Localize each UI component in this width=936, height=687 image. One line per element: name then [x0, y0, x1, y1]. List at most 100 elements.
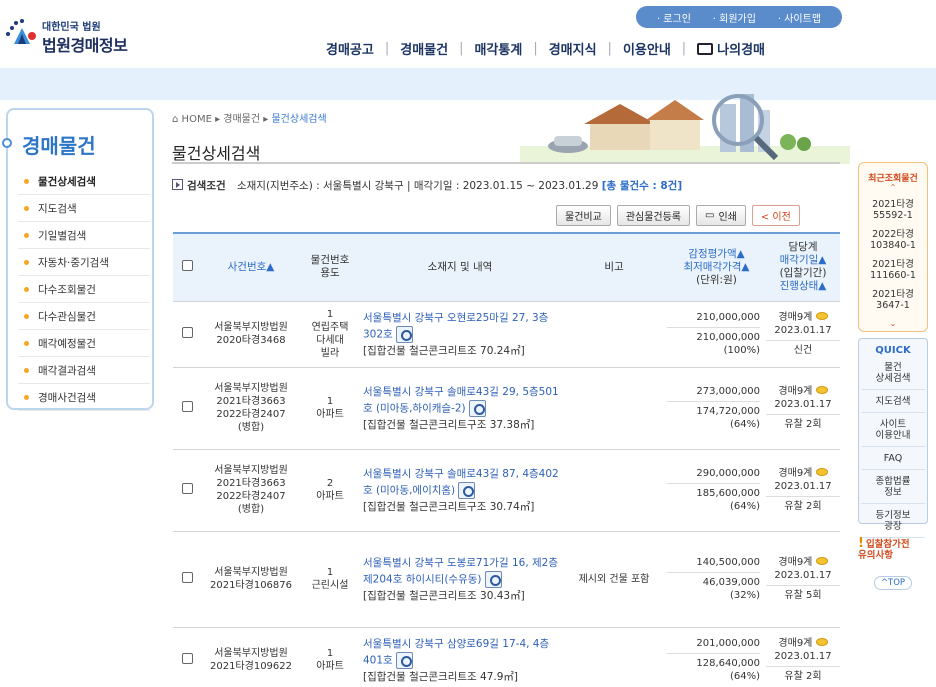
select-all-checkbox[interactable] — [181, 259, 193, 271]
nav-separator: | — [607, 40, 612, 56]
map-search-icon[interactable] — [458, 481, 476, 499]
address-link[interactable]: 서울특별시 강북구 오현로25마길 27, 3층302호 — [363, 312, 548, 341]
quick-item[interactable]: FAQ — [861, 453, 925, 470]
price-percent: (64%) — [729, 501, 760, 512]
side-item-label: 기일별검색 — [38, 229, 87, 242]
side-item-upcoming-sale[interactable]: 매각예정물건 — [18, 330, 150, 357]
progress-status: 유찰 2회 — [784, 419, 822, 430]
side-item-case-search[interactable]: 경매사건검색 — [18, 384, 150, 411]
address-link[interactable]: 서울특별시 강북구 솔매로43길 29, 5층501호 (미아동,하이캐슬-2) — [363, 386, 559, 415]
coin-icon — [815, 468, 828, 476]
sale-date: 2023.01.17 — [774, 399, 832, 410]
nav-auction-knowledge[interactable]: 경매지식 — [549, 39, 597, 58]
recent-item[interactable]: 2022타경 103840-1 — [859, 229, 927, 251]
bullet-icon — [24, 367, 29, 373]
row-checkbox[interactable] — [181, 400, 193, 412]
bullet-icon — [24, 205, 29, 211]
col-dept-label: 담당계 — [788, 241, 818, 254]
scroll-up-icon[interactable]: ⌃ — [859, 183, 927, 192]
breadcrumb-level1[interactable]: 경매물건 — [223, 114, 260, 125]
row-checkbox[interactable] — [181, 482, 193, 494]
compare-button[interactable]: 물건비교 — [556, 205, 611, 226]
court-name: 서울북부지방법원 — [214, 322, 288, 333]
col-remark: 비고 — [561, 232, 667, 302]
progress-status: 유찰 2회 — [784, 671, 822, 682]
col-case-number[interactable]: 사건번호▲ — [201, 232, 301, 302]
building-detail: [집합건물 철근콘크리트조 30.43㎡] — [363, 589, 525, 602]
quick-item[interactable]: 물건 상세검색 — [861, 362, 925, 390]
side-item-most-favorited[interactable]: 다수관심물건 — [18, 303, 150, 330]
main-nav: 경매공고 | 경매물건 | 매각통계 | 경매지식 | 이용안내 | 나의경매 — [326, 38, 765, 58]
top-button[interactable]: ^TOP — [874, 576, 912, 590]
nav-auction-notice[interactable]: 경매공고 — [326, 39, 374, 58]
dept-name: 경매9계 — [778, 312, 813, 323]
scroll-down-icon[interactable]: ⌄ — [859, 319, 927, 328]
min-price-value: 210,000,000 — [696, 332, 760, 343]
court-name: 서울북부지방법원 — [214, 567, 288, 578]
side-item-map-search[interactable]: 지도검색 — [18, 195, 150, 222]
table-row: 서울북부지방법원 2021타경109622 1 아파트 서울특별시 강북구 삼양로69길… — [173, 627, 840, 687]
address-link[interactable]: 서울특별시 강북구 삼양로69길 17-4, 4층401호 — [363, 638, 549, 667]
favorite-button[interactable]: 관심물건등록 — [616, 205, 691, 226]
sort-min-price[interactable]: 최저매각가격▲ — [683, 261, 749, 273]
side-item-sale-results[interactable]: 매각결과검색 — [18, 357, 150, 384]
map-search-icon[interactable] — [468, 399, 486, 417]
quick-item[interactable]: 종합법률 정보 — [861, 476, 925, 504]
sort-sale-date[interactable]: 매각기일▲ — [780, 254, 827, 266]
signup-link[interactable]: · 회원가입 — [713, 10, 756, 25]
recent-item[interactable]: 2021타경 3647-1 — [859, 289, 927, 311]
row-checkbox[interactable] — [181, 652, 193, 664]
remark-cell: 제시외 건물 포함 — [561, 531, 667, 628]
side-item-date-search[interactable]: 기일별검색 — [18, 222, 150, 249]
side-item-vehicle-search[interactable]: 자동차·중기검색 — [18, 249, 150, 276]
breadcrumb-home[interactable]: HOME — [182, 114, 212, 125]
map-search-icon[interactable] — [395, 325, 413, 343]
row-checkbox[interactable] — [181, 326, 193, 338]
sitemap-link[interactable]: · 사이트맵 — [778, 10, 821, 25]
remark-cell — [561, 627, 667, 687]
logo[interactable]: 대한민국 법원 법원경매정보 — [0, 14, 140, 58]
case-cell[interactable]: 서울북부지방법원 2021타경3663 2022타경2407 (병합) — [201, 367, 301, 450]
nav-sale-stats[interactable]: 매각통계 — [474, 39, 522, 58]
recent-item[interactable]: 2021타경 55592-1 — [859, 199, 927, 221]
quick-item[interactable]: 지도검색 — [861, 396, 925, 413]
row-checkbox[interactable] — [181, 571, 193, 583]
sort-appraisal[interactable]: 감정평가액▲ — [688, 248, 744, 260]
case-cell[interactable]: 서울북부지방법원 2021타경3663 2022타경2407 (병합) — [201, 449, 301, 532]
address-link[interactable]: 서울특별시 강북구 도봉로71가길 16, 제2층 제204호 하이시티(수유동… — [363, 557, 558, 586]
side-menu-list: 물건상세검색 지도검색 기일별검색 자동차·중기검색 다수조회물건 다수관심물건… — [18, 168, 150, 411]
nav-auction-items[interactable]: 경매물건 — [400, 39, 448, 58]
nav-usage-guide[interactable]: 이용안내 — [623, 39, 671, 58]
print-label: 인쇄 — [718, 212, 737, 223]
map-search-icon[interactable] — [484, 570, 502, 588]
sort-status[interactable]: 진행상태▲ — [780, 280, 827, 292]
item-number: 1 — [326, 396, 334, 407]
sale-date: 2023.01.17 — [774, 481, 832, 492]
home-icon: ⌂ — [172, 114, 179, 125]
quick-item[interactable]: 사이트 이용안내 — [861, 419, 925, 447]
case-cell[interactable]: 서울북부지방법원 2020타경3468 — [201, 301, 301, 368]
side-item-label: 물건상세검색 — [38, 175, 96, 188]
table-row: 서울북부지방법원 2020타경3468 1 연립주택 다세대 빌라 서울특별시 강북구 오현… — [173, 301, 840, 368]
map-search-icon[interactable] — [395, 651, 413, 669]
prev-button[interactable]: < 이전 — [751, 205, 800, 226]
side-item-most-viewed[interactable]: 다수조회물건 — [18, 276, 150, 303]
side-item-detail-search[interactable]: 물건상세검색 — [18, 168, 150, 195]
address-cell: 서울특별시 강북구 삼양로69길 17-4, 4층401호 [집합건물 철근콘크리… — [359, 627, 561, 687]
bid-notice-link[interactable]: ! 입찰참가전 유의사항 — [858, 537, 934, 561]
case-number: 2022타경2407 — [216, 409, 286, 420]
side-menu: 경매물건 물건상세검색 지도검색 기일별검색 자동차·중기검색 다수조회물건 다… — [2, 108, 154, 411]
col-item: 물건번호 용도 — [301, 232, 359, 302]
col-dept: 담당계 매각기일▲ (입찰기간) 진행상태▲ — [766, 232, 840, 302]
appraisal-value: 201,000,000 — [696, 638, 760, 649]
recent-item[interactable]: 2021타경 111660-1 — [859, 259, 927, 281]
item-number: 1 — [326, 648, 334, 659]
nav-my-auction[interactable]: 나의경매 — [697, 39, 765, 58]
case-cell[interactable]: 서울북부지방법원 2021타경109622 — [201, 627, 301, 687]
quick-item[interactable]: 등기정보 광장 — [861, 510, 925, 538]
print-button[interactable]: ▭ 인쇄 — [696, 205, 746, 226]
min-price-value: 46,039,000 — [702, 577, 760, 588]
case-cell[interactable]: 서울북부지방법원 2021타경106876 — [201, 531, 301, 628]
table-row: 서울북부지방법원 2021타경106876 1 근린시설 서울특별시 강북구 도봉로71… — [173, 531, 840, 628]
login-link[interactable]: · 로그인 — [657, 10, 691, 25]
